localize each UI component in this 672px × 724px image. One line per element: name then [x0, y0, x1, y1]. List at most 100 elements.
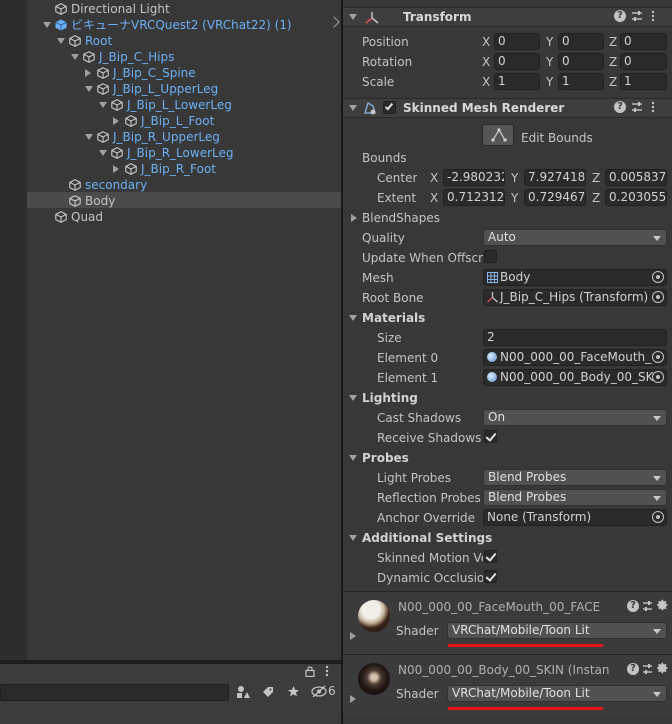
- materials-foldout-icon[interactable]: [349, 315, 357, 321]
- lighting-title[interactable]: Lighting: [362, 390, 418, 406]
- hierarchy-item[interactable]: J_Bip_C_Spine: [85, 64, 196, 80]
- root-bone-field[interactable]: J_Bip_C_Hips (Transform): [483, 289, 667, 306]
- root-bone-picker-icon[interactable]: [652, 291, 664, 303]
- smr-help-icon[interactable]: ?: [614, 101, 626, 113]
- center-z-field[interactable]: 0.005837: [605, 169, 667, 186]
- blendshapes-label[interactable]: BlendShapes: [362, 210, 440, 226]
- transform-z-field[interactable]: 0: [620, 53, 667, 70]
- transform-x-field[interactable]: 0: [494, 53, 540, 70]
- foldout-expanded-icon[interactable]: [71, 49, 83, 65]
- transform-x-field[interactable]: 0: [494, 33, 540, 50]
- update-offscreen-checkbox[interactable]: [484, 250, 497, 263]
- hierarchy-item[interactable]: secondary: [57, 176, 147, 192]
- foldout-expanded-icon[interactable]: [57, 33, 69, 49]
- face-material-gear-icon[interactable]: [657, 599, 669, 611]
- additional-foldout-icon[interactable]: [349, 535, 357, 541]
- extent-x-field[interactable]: 0.712312: [443, 189, 505, 206]
- probes-title[interactable]: Probes: [362, 450, 409, 466]
- materials-size-field[interactable]: 2: [483, 329, 667, 346]
- hierarchy-item[interactable]: J_Bip_R_UpperLeg: [85, 128, 220, 144]
- filter-by-label-icon[interactable]: [262, 686, 274, 698]
- foldout-collapsed-icon[interactable]: [85, 65, 97, 81]
- body-material-help-icon[interactable]: ?: [627, 663, 639, 675]
- quality-label: Quality: [362, 231, 405, 245]
- element1-picker-icon[interactable]: [652, 371, 664, 383]
- hierarchy-item[interactable]: J_Bip_R_Foot: [113, 160, 216, 176]
- transform-y-field[interactable]: 0: [558, 33, 604, 50]
- cast-shadows-dropdown[interactable]: On: [483, 409, 667, 426]
- lighting-foldout-icon[interactable]: [349, 395, 357, 401]
- hierarchy-item[interactable]: J_Bip_L_UpperLeg: [85, 80, 218, 96]
- anchor-override-picker-icon[interactable]: [652, 511, 664, 523]
- dynamic-occlusion-checkbox[interactable]: [484, 570, 497, 583]
- extent-z-field[interactable]: 0.203055: [605, 189, 667, 206]
- transform-y-field[interactable]: 1: [558, 73, 604, 90]
- smr-more-icon[interactable]: [650, 100, 656, 114]
- hierarchy-item[interactable]: Directional Light: [43, 0, 170, 16]
- element0-picker-icon[interactable]: [652, 351, 664, 363]
- anchor-override-field[interactable]: None (Transform): [483, 509, 667, 526]
- transform-help-icon[interactable]: ?: [614, 10, 626, 22]
- hierarchy-item[interactable]: ビキューナVRCQuest2 (VRChat22) (1): [43, 16, 292, 32]
- hierarchy-item[interactable]: Quad: [43, 208, 103, 224]
- transform-foldout-icon[interactable]: [349, 14, 357, 20]
- edit-bounds-button[interactable]: [482, 124, 514, 146]
- foldout-collapsed-icon[interactable]: [113, 161, 125, 177]
- additional-settings-title[interactable]: Additional Settings: [362, 530, 492, 546]
- more-menu-icon[interactable]: [324, 665, 330, 677]
- center-x-field[interactable]: -2.980232: [443, 169, 505, 186]
- probes-foldout-icon[interactable]: [349, 455, 357, 461]
- filter-by-type-icon[interactable]: [236, 685, 250, 699]
- receive-shadows-checkbox[interactable]: [484, 430, 497, 443]
- foldout-collapsed-icon[interactable]: [113, 113, 125, 129]
- hierarchy-item[interactable]: Root: [57, 32, 112, 48]
- hierarchy-item[interactable]: J_Bip_R_LowerLeg: [99, 144, 233, 160]
- blendshapes-foldout-icon[interactable]: [351, 214, 357, 222]
- material-card-face[interactable]: N00_000_00_FaceMouth_00_FACE ? Shader VR…: [343, 592, 672, 654]
- transform-presets-icon[interactable]: [631, 10, 643, 22]
- transform-z-field[interactable]: 1: [620, 73, 667, 90]
- material-card-body[interactable]: N00_000_00_Body_00_SKIN (Instan ? Shader…: [343, 655, 672, 717]
- body-material-presets-icon[interactable]: [642, 663, 653, 675]
- transform-header[interactable]: Transform ?: [343, 7, 672, 27]
- face-material-presets-icon[interactable]: [642, 600, 653, 612]
- smr-foldout-icon[interactable]: [349, 105, 357, 111]
- face-material-foldout-icon[interactable]: [350, 632, 356, 640]
- transform-z-field[interactable]: 0: [620, 33, 667, 50]
- smr-header[interactable]: Skinned Mesh Renderer ?: [343, 98, 672, 118]
- light-probes-dropdown[interactable]: Blend Probes: [483, 469, 667, 486]
- hierarchy-item[interactable]: J_Bip_C_Hips: [71, 48, 174, 64]
- skinned-motion-checkbox[interactable]: [484, 550, 497, 563]
- extent-y-field[interactable]: 0.729467: [524, 189, 586, 206]
- project-search-input[interactable]: [0, 684, 229, 701]
- transform-more-icon[interactable]: [650, 9, 656, 23]
- body-shader-dropdown[interactable]: VRChat/Mobile/Toon Lit: [447, 685, 667, 702]
- body-material-gear-icon[interactable]: [657, 662, 669, 674]
- reflection-probes-dropdown[interactable]: Blend Probes: [483, 489, 667, 506]
- foldout-expanded-icon[interactable]: [85, 129, 97, 145]
- lock-icon[interactable]: [305, 666, 315, 678]
- smr-presets-icon[interactable]: [631, 101, 643, 113]
- foldout-expanded-icon[interactable]: [99, 145, 111, 161]
- materials-title[interactable]: Materials: [362, 310, 425, 326]
- element0-field[interactable]: N00_000_00_FaceMouth_: [483, 349, 667, 366]
- face-material-help-icon[interactable]: ?: [627, 600, 639, 612]
- mesh-picker-icon[interactable]: [652, 271, 664, 283]
- foldout-expanded-icon[interactable]: [43, 17, 55, 33]
- hierarchy-item[interactable]: J_Bip_L_Foot: [113, 112, 214, 128]
- body-material-foldout-icon[interactable]: [350, 695, 356, 703]
- transform-row-label: Rotation: [362, 55, 413, 69]
- element1-field[interactable]: N00_000_00_Body_00_SK: [483, 369, 667, 386]
- mesh-field[interactable]: Body: [483, 269, 667, 286]
- favorite-star-icon[interactable]: [287, 685, 300, 698]
- center-y-field[interactable]: 7.927418€: [524, 169, 586, 186]
- quality-dropdown[interactable]: Auto: [483, 229, 667, 246]
- hierarchy-item[interactable]: Body: [57, 192, 115, 208]
- transform-x-field[interactable]: 1: [494, 73, 540, 90]
- foldout-expanded-icon[interactable]: [85, 81, 97, 97]
- face-shader-dropdown[interactable]: VRChat/Mobile/Toon Lit: [447, 622, 667, 639]
- transform-y-field[interactable]: 0: [558, 53, 604, 70]
- hidden-packages-icon[interactable]: [311, 685, 327, 698]
- foldout-expanded-icon[interactable]: [99, 97, 111, 113]
- hierarchy-item[interactable]: J_Bip_L_LowerLeg: [99, 96, 232, 112]
